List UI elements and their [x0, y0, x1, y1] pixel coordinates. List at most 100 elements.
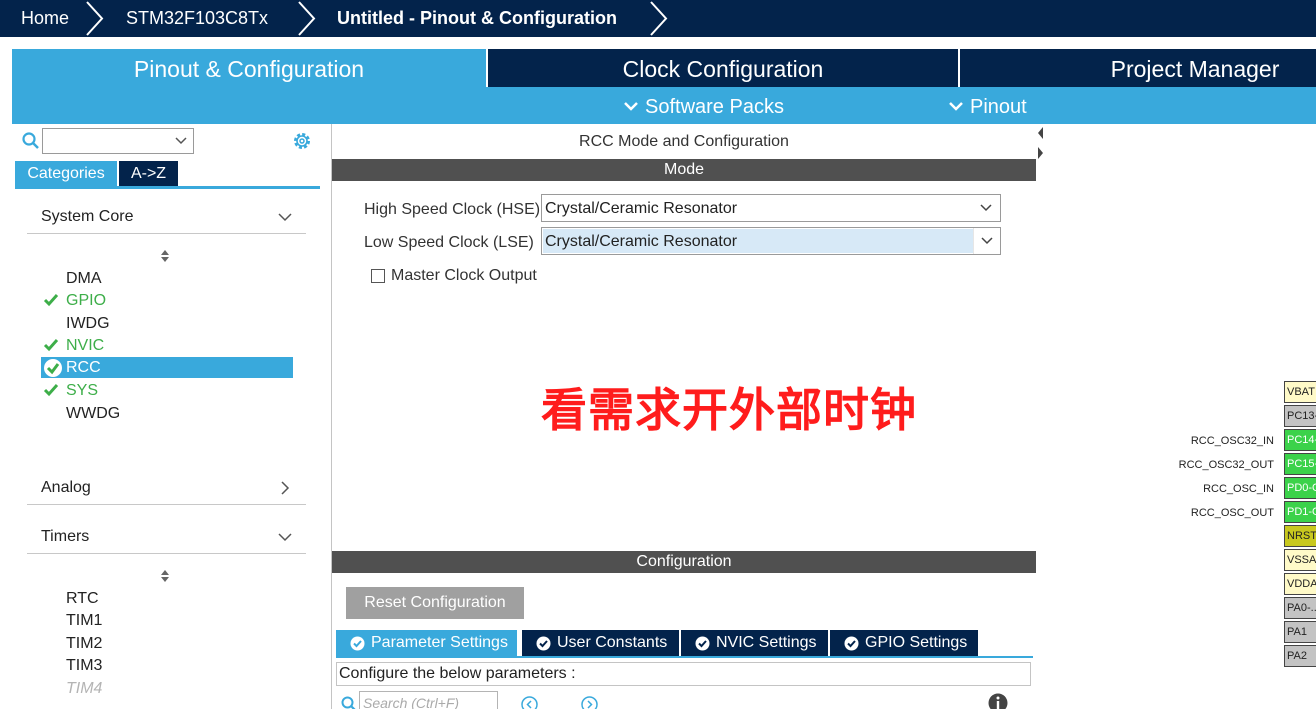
list-item-gpio[interactable]: GPIO	[41, 290, 293, 311]
pin-pc13[interactable]: PC13-	[1284, 405, 1316, 427]
breadcrumb-project[interactable]: Untitled - Pinout & Configuration	[337, 0, 617, 37]
check-circle-icon	[350, 636, 365, 651]
list-item-iwdg[interactable]: IWDG	[41, 313, 293, 334]
tab-label: NVIC Settings	[716, 634, 817, 651]
master-clock-output-checkbox[interactable]	[371, 269, 385, 283]
item-label: TIM3	[66, 657, 103, 674]
chevron-down-icon	[624, 102, 638, 111]
group-label: System Core	[41, 208, 134, 225]
page-title: RCC Mode and Configuration	[579, 133, 789, 150]
tab-categories[interactable]: Categories	[15, 161, 117, 186]
check-circle-icon	[536, 636, 551, 651]
tab-pinout-configuration[interactable]: Pinout & Configuration	[12, 49, 486, 87]
pin-pc15[interactable]: PC15-	[1284, 453, 1316, 475]
next-icon[interactable]	[581, 696, 598, 709]
check-circle-icon	[695, 636, 710, 651]
pin-label-osc32-in: RCC_OSC32_IN	[1190, 435, 1274, 447]
pinout-menu[interactable]: Pinout	[948, 87, 1027, 124]
list-item-tim4[interactable]: TIM4	[41, 678, 293, 699]
software-packs-menu[interactable]: Software Packs	[623, 87, 784, 124]
group-label: Timers	[41, 528, 90, 545]
pin-pa0[interactable]: PA0-..	[1284, 597, 1316, 619]
gear-icon[interactable]	[291, 130, 313, 152]
sort-icon[interactable]	[160, 250, 170, 262]
hse-label: High Speed Clock (HSE)	[364, 201, 541, 218]
dropdown-arrow	[973, 195, 1000, 221]
rcc-config-pane: RCC Mode and Configuration Mode High Spe…	[331, 124, 1036, 709]
check-icon	[43, 339, 59, 352]
tab-parameter-settings[interactable]: Parameter Settings	[336, 630, 517, 656]
breadcrumb-home[interactable]: Home	[21, 0, 69, 37]
breadcrumb-device[interactable]: STM32F103C8Tx	[126, 0, 268, 37]
list-item-tim3[interactable]: TIM3	[41, 655, 293, 676]
search-icon	[341, 696, 356, 709]
pin-pa2[interactable]: PA2	[1284, 645, 1316, 667]
chevron-down-icon	[981, 237, 993, 245]
chevron-down-icon	[278, 533, 292, 542]
list-item-rcc[interactable]: RCC	[41, 357, 293, 378]
pin-vdda[interactable]: VDDA	[1284, 573, 1316, 595]
tab-project-manager[interactable]: Project Manager	[960, 49, 1316, 87]
chevron-right-icon	[86, 1, 104, 36]
group-system-core[interactable]: System Core	[27, 208, 306, 234]
list-item-sys[interactable]: SYS	[41, 380, 293, 401]
pin-pd0[interactable]: PD0-O	[1284, 477, 1316, 499]
tab-label: GPIO Settings	[865, 634, 968, 651]
software-packs-label: Software Packs	[645, 96, 784, 118]
parameter-search-input[interactable]: Search (Ctrl+F)	[359, 691, 498, 709]
pin-label-osc-in: RCC_OSC_IN	[1203, 483, 1274, 495]
master-clock-output-label: Master Clock Output	[391, 267, 537, 284]
parameter-tabs: Parameter Settings User Constants NVIC S…	[336, 630, 1033, 658]
list-item-wwdg[interactable]: WWDG	[41, 403, 293, 424]
search-combo[interactable]	[42, 128, 194, 154]
group-timers[interactable]: Timers	[27, 528, 306, 554]
sub-menu-bar: Software Packs Pinout	[12, 87, 1316, 124]
pin-vssa[interactable]: VSSA	[1284, 549, 1316, 571]
pin-pd1[interactable]: PD1-O	[1284, 501, 1316, 523]
pin-label-osc32-out: RCC_OSC32_OUT	[1178, 459, 1274, 471]
check-icon	[43, 384, 59, 397]
pin-pc14[interactable]: PC14-	[1284, 429, 1316, 451]
pin-nrst[interactable]: NRST	[1284, 525, 1316, 547]
item-label: NVIC	[66, 337, 105, 354]
item-label: GPIO	[66, 292, 107, 309]
tab-user-constants[interactable]: User Constants	[522, 630, 679, 656]
tab-a-z[interactable]: A->Z	[119, 161, 178, 186]
info-icon[interactable]	[988, 693, 1008, 709]
item-label: SYS	[66, 382, 99, 399]
reset-configuration-button[interactable]: Reset Configuration	[346, 587, 524, 619]
annotation-text: 看需求开外部时钟	[541, 383, 917, 437]
item-label: RTC	[66, 590, 99, 607]
pin-vbat[interactable]: VBAT	[1284, 381, 1316, 403]
tab-label: User Constants	[557, 634, 668, 651]
list-item-tim2[interactable]: TIM2	[41, 633, 293, 654]
tab-clock-configuration[interactable]: Clock Configuration	[488, 49, 958, 87]
previous-icon[interactable]	[521, 696, 538, 709]
list-item-nvic[interactable]: NVIC	[41, 335, 293, 356]
dropdown-arrow	[973, 228, 1000, 254]
item-label: TIM1	[66, 612, 103, 629]
list-item-rtc[interactable]: RTC	[41, 588, 293, 609]
pin-pa1[interactable]: PA1	[1284, 621, 1316, 643]
tab-nvic-settings[interactable]: NVIC Settings	[681, 630, 828, 656]
group-analog[interactable]: Analog	[27, 479, 306, 505]
lse-select[interactable]: Crystal/Ceramic Resonator	[541, 227, 1001, 255]
categories-pane: Categories A->Z System Core DMA GPIO IWD…	[12, 124, 320, 709]
tab-gpio-settings[interactable]: GPIO Settings	[830, 630, 978, 656]
item-label: DMA	[66, 270, 102, 287]
tab-label: Parameter Settings	[371, 634, 508, 651]
list-item-dma[interactable]: DMA	[41, 268, 293, 289]
chevron-right-icon	[298, 1, 316, 36]
list-item-tim1[interactable]: TIM1	[41, 610, 293, 631]
chevron-down-icon	[278, 213, 292, 222]
check-circle-icon	[844, 636, 859, 651]
item-label: TIM4	[66, 680, 103, 697]
chevron-down-icon	[980, 204, 992, 212]
sort-icon[interactable]	[160, 570, 170, 582]
chevron-down-icon	[949, 102, 963, 111]
hse-select[interactable]: Crystal/Ceramic Resonator	[541, 194, 1001, 222]
chevron-right-icon	[281, 481, 290, 495]
collapse-handle-icon[interactable]	[1036, 124, 1044, 164]
item-label: WWDG	[66, 405, 121, 422]
tab-underline	[15, 186, 320, 189]
